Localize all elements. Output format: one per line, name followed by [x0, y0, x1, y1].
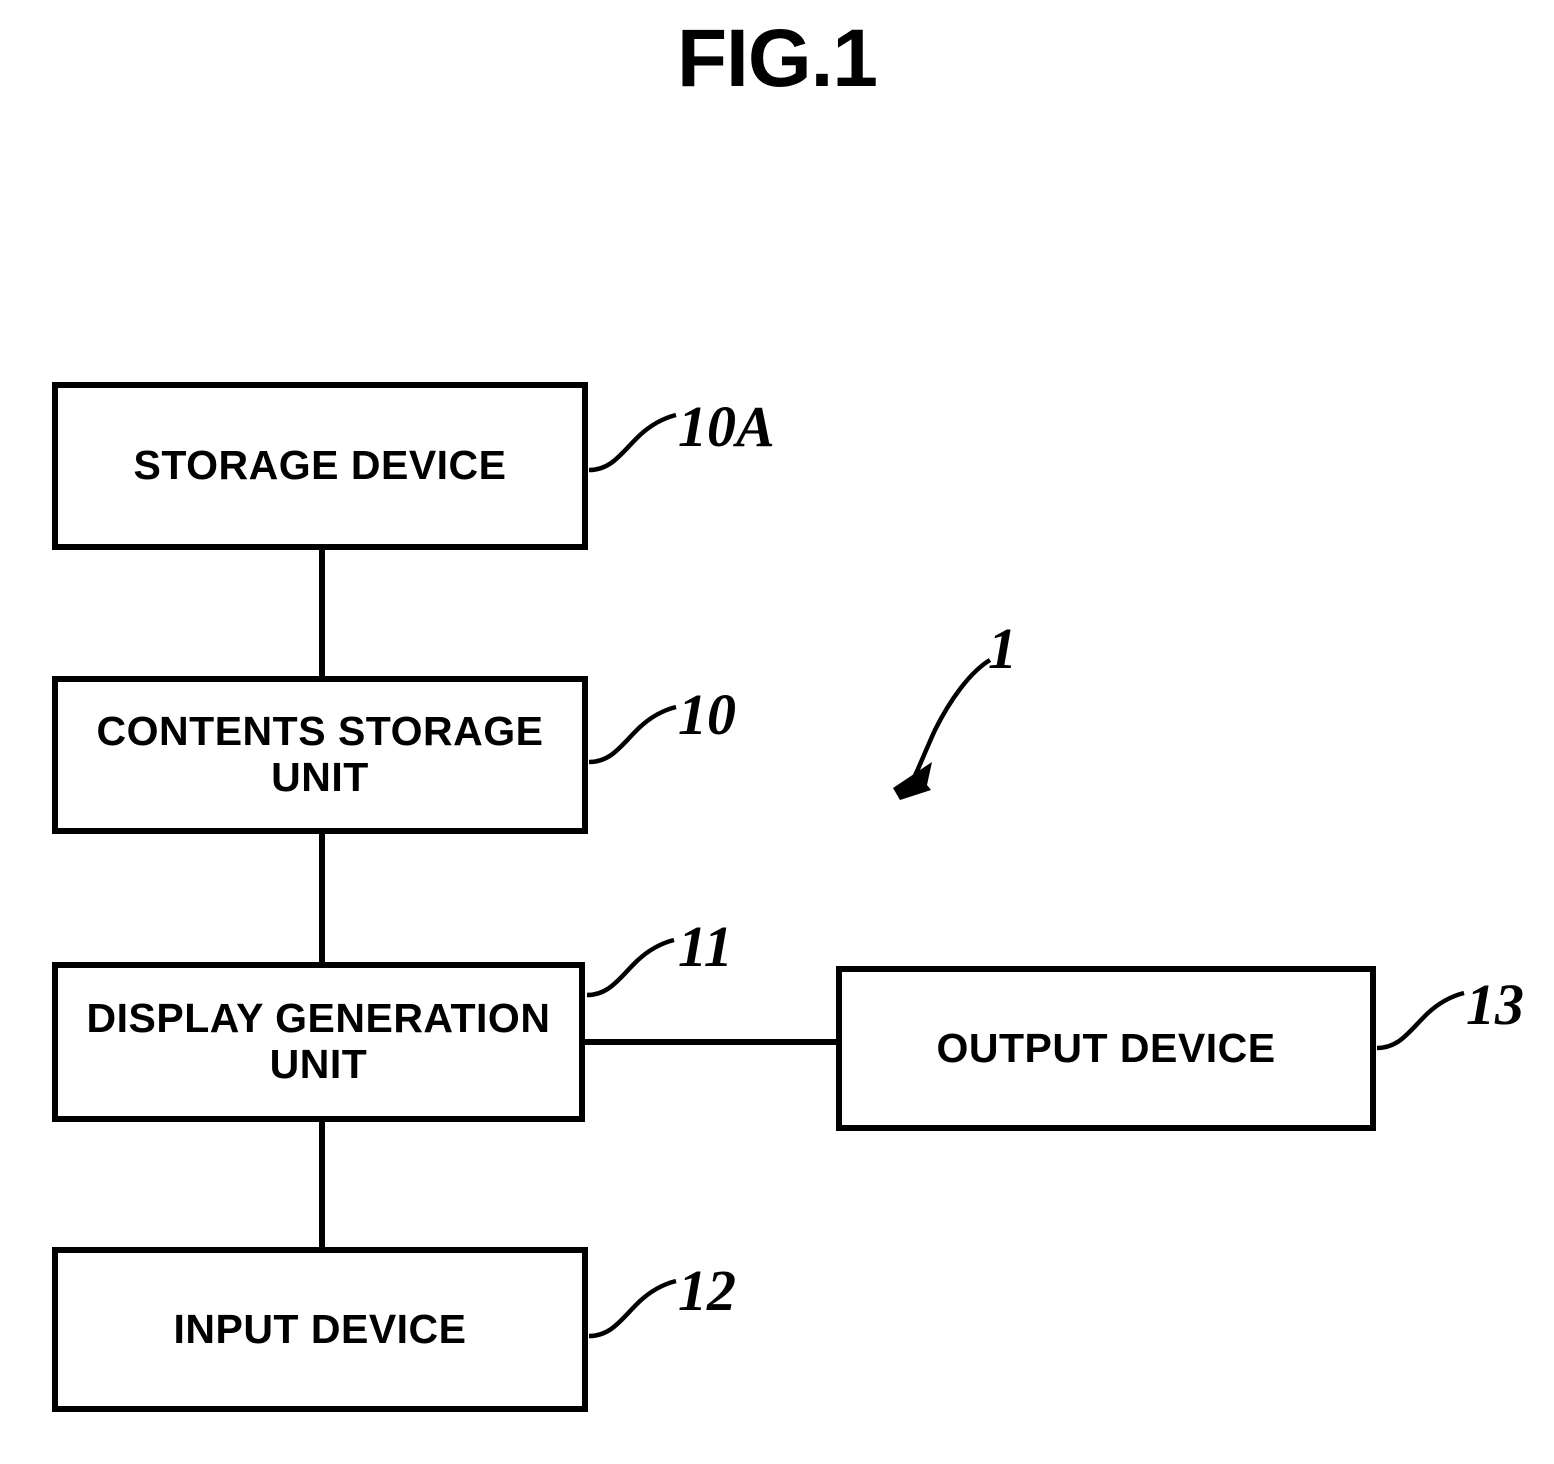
- block-output-device-label: OUTPUT DEVICE: [936, 1024, 1276, 1071]
- leader-line-13: [1376, 990, 1465, 1051]
- leader-line-11: [586, 937, 675, 998]
- block-output-device[interactable]: OUTPUT DEVICE: [836, 966, 1376, 1131]
- block-input-device[interactable]: INPUT DEVICE: [52, 1247, 588, 1412]
- ref-numeral-11: 11: [678, 914, 733, 979]
- block-storage-device[interactable]: STORAGE DEVICE: [52, 382, 588, 550]
- block-display-generation-unit-label: DISPLAY GENERATION UNIT: [86, 995, 551, 1087]
- block-contents-storage-unit-label: CONTENTS STORAGE UNIT: [96, 708, 544, 800]
- connector-contents-to-display: [319, 830, 325, 966]
- block-storage-device-label: STORAGE DEVICE: [133, 442, 507, 489]
- figure-title: FIG.1: [676, 13, 878, 104]
- leader-line-system: [909, 658, 992, 784]
- leader-line-10: [588, 704, 677, 765]
- ref-numeral-12: 12: [678, 1258, 736, 1323]
- block-contents-storage-unit[interactable]: CONTENTS STORAGE UNIT: [52, 676, 588, 834]
- ref-numeral-10: 10: [678, 682, 736, 747]
- leader-line-10a: [588, 412, 677, 473]
- block-input-device-label: INPUT DEVICE: [173, 1305, 467, 1352]
- ref-numeral-system: 1: [988, 616, 1017, 681]
- block-display-generation-unit[interactable]: DISPLAY GENERATION UNIT: [52, 962, 585, 1122]
- patent-figure: FIG.1 STORAGE DEVICE CONTENTS STORAGE UN…: [0, 0, 1554, 1464]
- ref-numeral-13: 13: [1466, 972, 1524, 1037]
- connector-display-to-output: [585, 1039, 840, 1045]
- leader-line-12: [588, 1278, 677, 1339]
- connector-display-to-input: [319, 1118, 325, 1251]
- connector-storage-to-contents: [319, 548, 325, 678]
- ref-numeral-10a: 10A: [678, 394, 775, 459]
- system-arrowhead: [893, 762, 932, 800]
